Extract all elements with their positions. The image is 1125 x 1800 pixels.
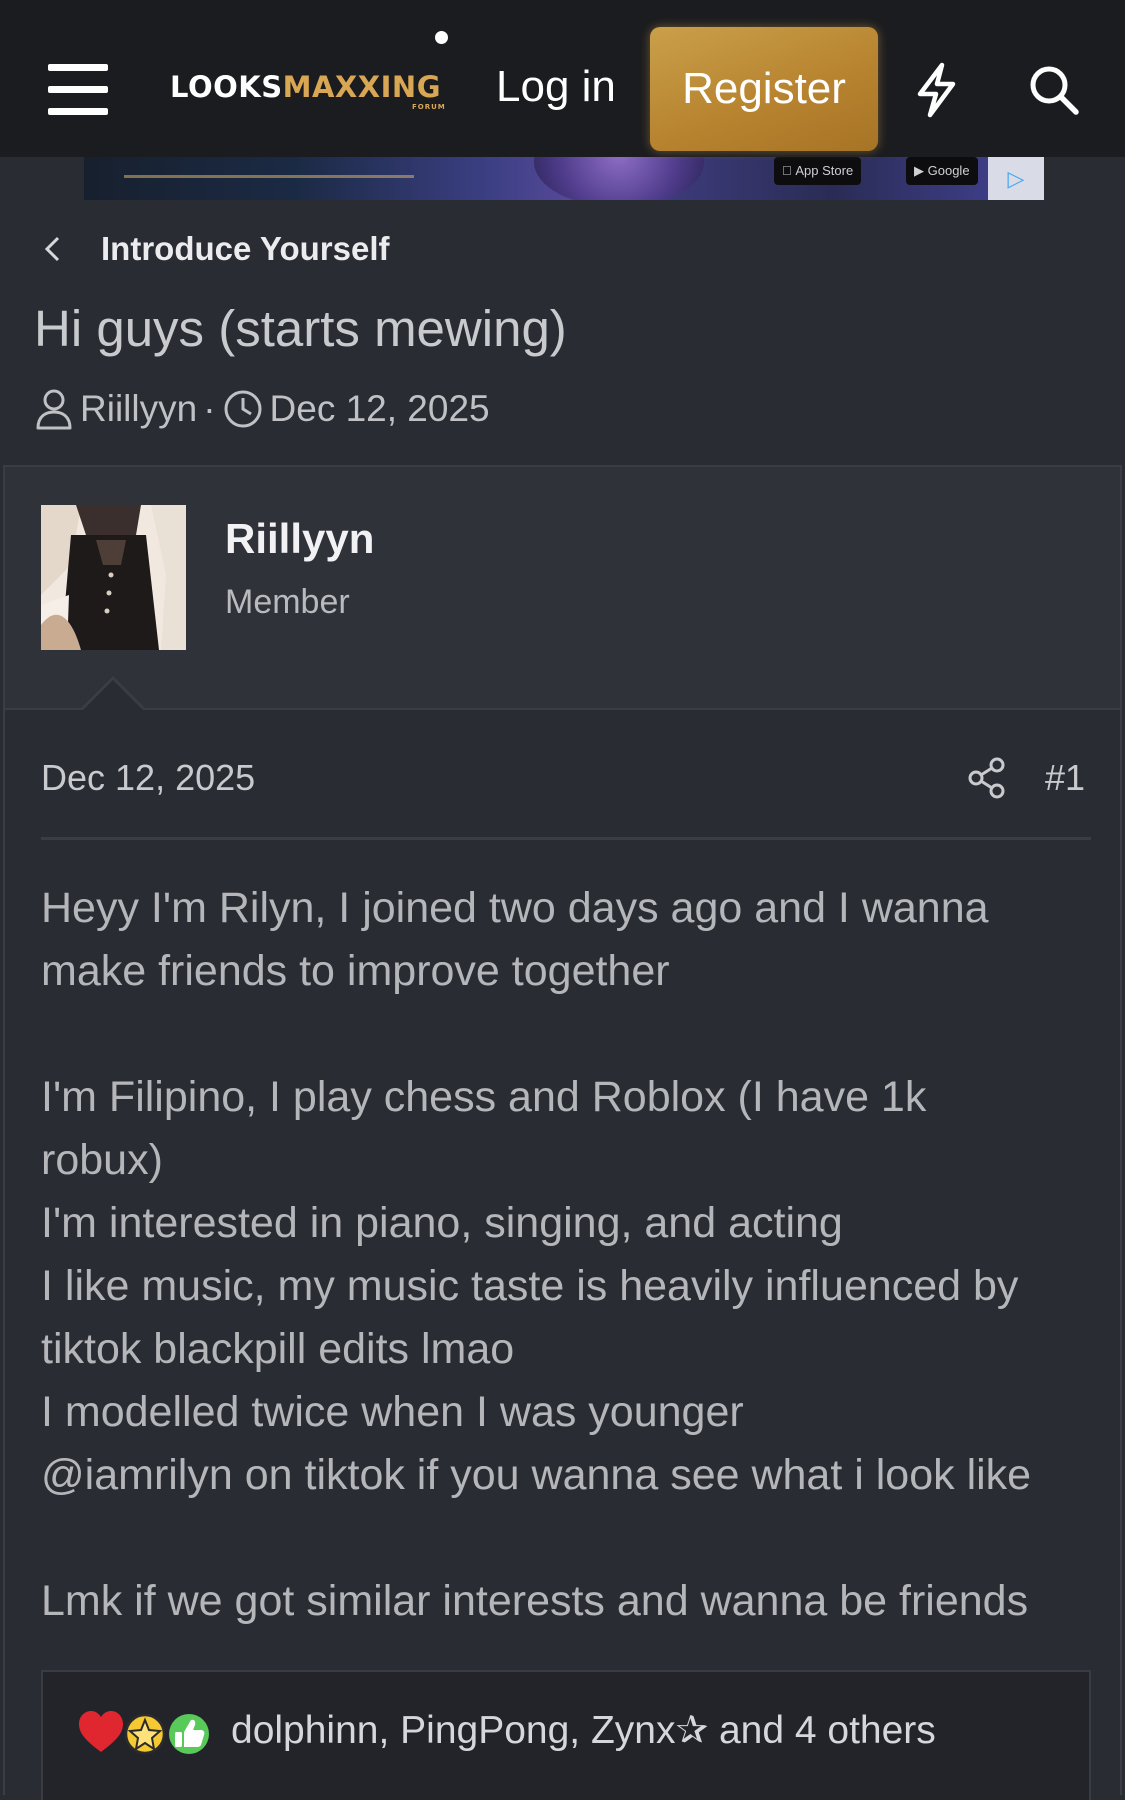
user-role: Member: [225, 583, 350, 621]
post-date[interactable]: Dec 12, 2025: [41, 757, 255, 799]
post-line: I'm interested in piano, singing, and ac…: [41, 1199, 843, 1247]
advertisement-banner[interactable]:  App Store ▶ Google ▷: [84, 157, 1044, 200]
google-play-badge[interactable]: ▶ Google: [906, 157, 978, 185]
register-button[interactable]: Register: [650, 27, 878, 151]
share-icon[interactable]: [967, 757, 1007, 799]
ad-decoration: [124, 175, 414, 178]
reactions-summary[interactable]: dolphinn, PingPong, Zynx✰ and 4 others: [231, 1708, 936, 1753]
panel-notch: [81, 680, 145, 712]
notification-dot: [435, 31, 448, 44]
post-line: Lmk if we got similar interests and wann…: [41, 1577, 1029, 1625]
post-line: I like music, my music taste is heavily …: [41, 1262, 1019, 1310]
clock-icon: [224, 390, 262, 428]
chevron-left-icon[interactable]: [42, 234, 64, 264]
login-link[interactable]: Log in: [496, 62, 616, 112]
reaction-icons: [79, 1711, 209, 1755]
site-logo-subtitle: FORUM: [412, 103, 446, 111]
menu-icon[interactable]: [48, 64, 108, 116]
breadcrumb[interactable]: Introduce Yourself: [101, 230, 390, 268]
ad-artwork: [534, 157, 704, 200]
thread-title: Hi guys (starts mewing): [34, 300, 567, 357]
site-logo[interactable]: LOOKSMAXXING: [170, 70, 441, 112]
post-line: make friends to improve together: [41, 947, 670, 995]
heart-icon: [79, 1711, 123, 1752]
search-icon[interactable]: [1028, 64, 1080, 116]
thread-date[interactable]: Dec 12, 2025: [270, 388, 490, 430]
post-line: robux): [41, 1136, 163, 1184]
user-icon: [36, 389, 72, 430]
top-navigation-bar: LOOKSMAXXING FORUM Log in Register: [0, 0, 1125, 157]
thumbs-up-icon: [169, 1714, 209, 1754]
post-body: Heyy I'm Rilyn, I joined two days ago an…: [41, 877, 1101, 1633]
thread-author[interactable]: Riillyyn: [80, 388, 197, 430]
post-line: I'm Filipino, I play chess and Roblox (I…: [41, 1073, 927, 1121]
post-line: I modelled twice when I was younger: [41, 1388, 744, 1436]
avatar[interactable]: [41, 505, 186, 650]
apple-icon: : [782, 163, 792, 178]
post-username[interactable]: Riillyyn: [225, 515, 374, 563]
post-divider: [41, 837, 1091, 840]
thread-meta: Riillyyn · Dec 12, 2025: [34, 386, 490, 432]
post: Riillyyn Member Dec 12, 2025 #1 Heyy I'm…: [3, 465, 1122, 1800]
play-icon: ▶: [914, 163, 924, 178]
adchoices-icon[interactable]: ▷: [988, 157, 1044, 200]
post-line: Heyy I'm Rilyn, I joined two days ago an…: [41, 884, 989, 932]
bolt-icon[interactable]: [912, 62, 960, 118]
reactions-bar[interactable]: dolphinn, PingPong, Zynx✰ and 4 others: [41, 1670, 1091, 1800]
app-store-badge[interactable]:  App Store: [774, 157, 862, 185]
post-line: @iamrilyn on tiktok if you wanna see wha…: [41, 1451, 1032, 1499]
star-icon: [124, 1713, 166, 1755]
post-user-panel: Riillyyn Member: [5, 467, 1120, 710]
post-number[interactable]: #1: [1045, 757, 1085, 799]
post-line: tiktok blackpill edits lmao: [41, 1325, 515, 1373]
meta-separator: ·: [203, 388, 216, 429]
